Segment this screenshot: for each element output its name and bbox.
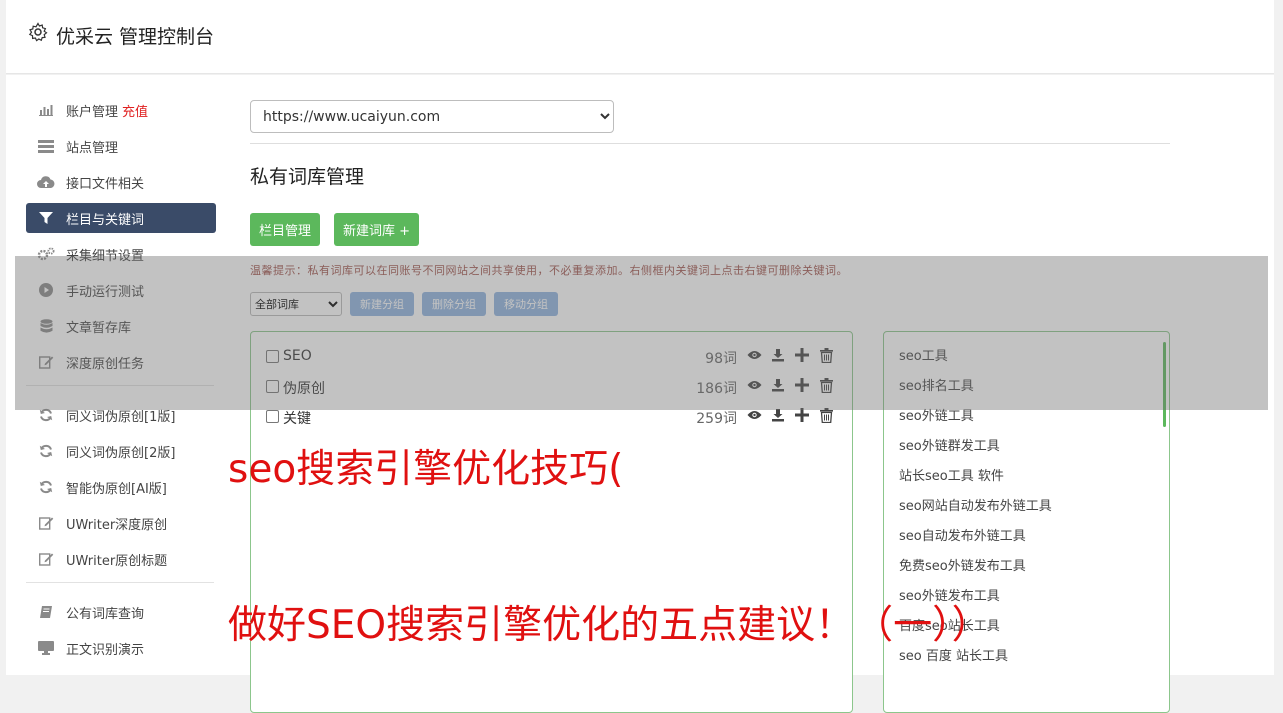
sidebar-divider: [26, 582, 214, 583]
top-bar: 优采云 管理控制台: [6, 0, 1274, 74]
column-manage-button[interactable]: 栏目管理: [250, 213, 321, 246]
site-select[interactable]: https://www.ucaiyun.com: [250, 100, 614, 133]
monitor-icon: [37, 641, 55, 655]
divider: [250, 143, 1170, 144]
sidebar-item-text-recognition[interactable]: 正文识别演示: [26, 633, 216, 663]
refresh-icon: [37, 444, 55, 458]
action-buttons: 栏目管理 新建词库 +: [250, 213, 1170, 246]
headline-line-2: 做好SEO搜索引擎优化的五点建议！（一））: [228, 603, 991, 648]
edit-icon: [37, 516, 55, 530]
sidebar-item-label: 账户管理: [66, 104, 119, 120]
sidebar-item-label: UWriter原创标题: [66, 553, 168, 569]
sidebar-item-label: 栏目与关键词: [66, 212, 145, 228]
refresh-icon: [37, 480, 55, 494]
headline-text: seo搜索引擎优化技巧( 做好SEO搜索引擎优化的五点建议！（一））: [228, 340, 991, 704]
sidebar-item-label: 公有词库查询: [66, 606, 145, 622]
sidebar-item-label: 接口文件相关: [66, 176, 145, 192]
sidebar-item-synonym-v2[interactable]: 同义词伪原创[2版]: [26, 436, 216, 466]
server-icon: [37, 139, 55, 153]
sidebar-item-label: 智能伪原创[AI版]: [66, 481, 167, 497]
sidebar-item-public-lib[interactable]: 公有词库查询: [26, 597, 216, 627]
sidebar-item-label: 站点管理: [66, 140, 119, 156]
sidebar-item-label: 正文识别演示: [66, 642, 145, 658]
app-title: 优采云 管理控制台: [56, 26, 215, 48]
sidebar-item-uwriter-title[interactable]: UWriter原创标题: [26, 544, 216, 574]
sidebar-item-sites[interactable]: 站点管理: [26, 131, 216, 161]
sidebar-item-account[interactable]: 账户管理 充值: [26, 95, 216, 125]
refresh-icon: [37, 408, 55, 422]
sidebar-item-columns-keywords[interactable]: 栏目与关键词: [26, 203, 216, 233]
sidebar-item-ai-rewrite[interactable]: 智能伪原创[AI版]: [26, 472, 216, 502]
book-icon: [37, 605, 55, 619]
sidebar-item-label: UWriter深度原创: [66, 517, 168, 533]
sidebar-item-uwriter-deep[interactable]: UWriter深度原创: [26, 508, 216, 538]
page-title: 私有词库管理: [250, 166, 365, 188]
sidebar-item-api-files[interactable]: 接口文件相关: [26, 167, 216, 197]
edit-icon: [37, 552, 55, 566]
bar-chart-icon: [37, 103, 55, 117]
sidebar-item-label: 同义词伪原创[2版]: [66, 445, 176, 461]
cloud-upload-icon: [37, 175, 55, 189]
new-library-button[interactable]: 新建词库 +: [334, 213, 420, 246]
filter-icon: [37, 211, 55, 225]
recharge-link[interactable]: 充值: [122, 101, 148, 120]
headline-line-1: seo搜索引擎优化技巧(: [228, 447, 624, 492]
gear-icon: [28, 22, 48, 42]
